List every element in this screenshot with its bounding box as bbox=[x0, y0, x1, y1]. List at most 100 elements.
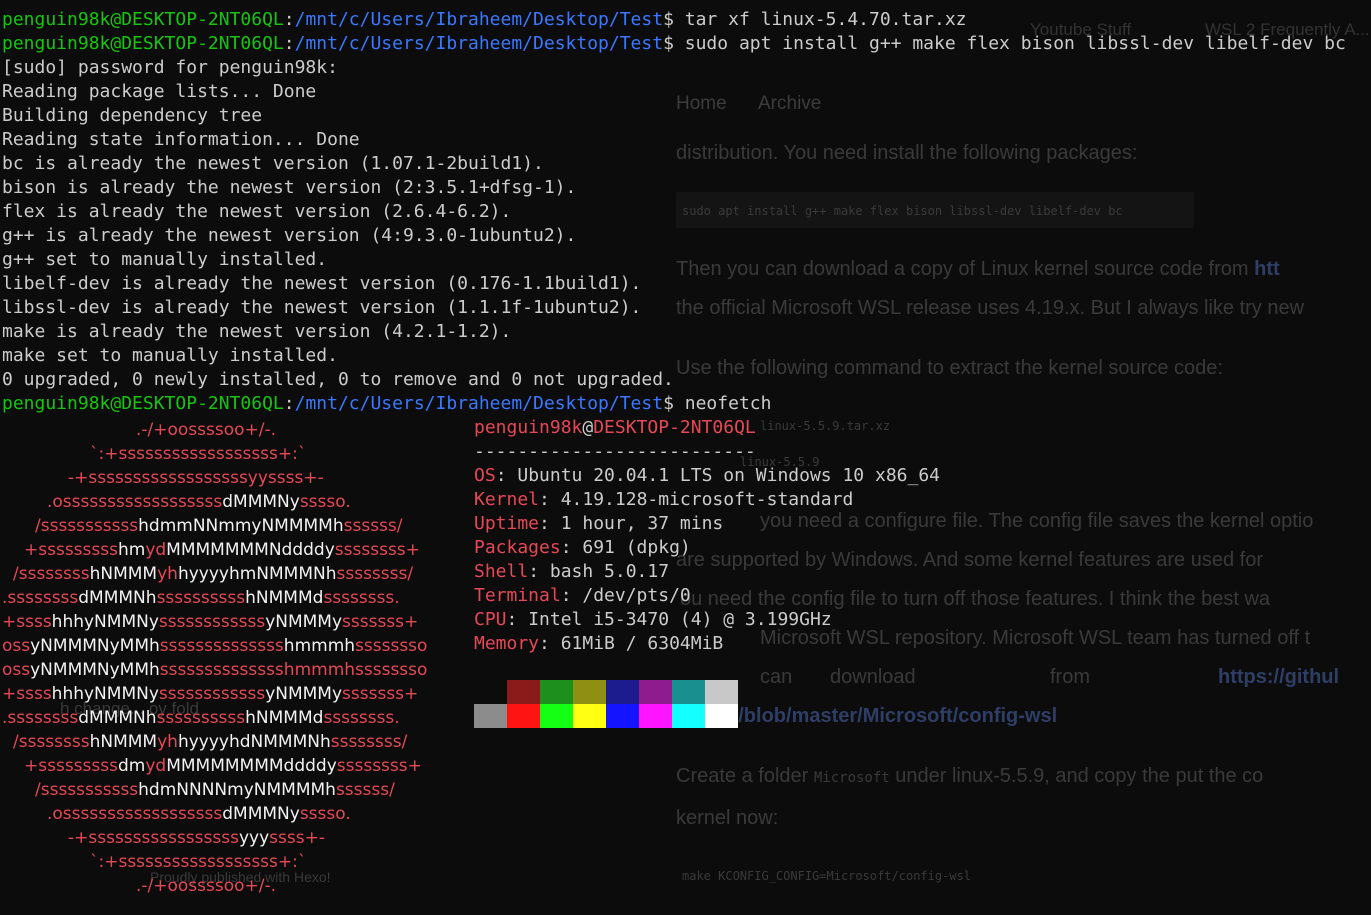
color-swatch bbox=[474, 704, 507, 728]
prompt-user: penguin98k@DESKTOP-2NT06QL bbox=[2, 393, 284, 414]
logo-line: .-/+oossssoo+/-. bbox=[136, 874, 276, 898]
info-key: Uptime bbox=[474, 513, 540, 534]
logo-segment: hNMMMd bbox=[245, 588, 324, 608]
logo-segment: yyy bbox=[238, 828, 270, 848]
logo-segment: oss bbox=[2, 660, 31, 680]
logo-line: /ssssssssssshdmNNNNmyNMMMMhssssss/ bbox=[35, 778, 395, 802]
output-line: [sudo] password for penguin98k: bbox=[2, 57, 338, 78]
logo-segment: -+sssssssssssssssss bbox=[68, 828, 239, 848]
logo-line: .ossssssssssssssssssdMMMNysssso. bbox=[47, 490, 351, 514]
info-value: : 1 hour, 37 mins bbox=[539, 513, 724, 534]
logo-line: .ssssssssdMMMNhsssssssssshNMMMdssssssss. bbox=[2, 586, 400, 610]
output-line: bison is already the newest version (2:3… bbox=[2, 177, 577, 198]
logo-segment: ssssssssss bbox=[156, 588, 246, 608]
logo-segment: ssssssssssss bbox=[158, 684, 266, 704]
logo-segment: oss bbox=[2, 636, 31, 656]
color-swatch bbox=[474, 680, 507, 704]
logo-segment: +sssssssss bbox=[24, 540, 118, 560]
info-value: : 691 (dpkg) bbox=[560, 537, 691, 558]
logo-segment: yd bbox=[145, 756, 167, 776]
logo-segment: +sssssssss bbox=[24, 756, 118, 776]
logo-segment: yh bbox=[157, 564, 178, 584]
logo-line: .ssssssssdMMMNhsssssssssshNMMMdssssssss. bbox=[2, 706, 400, 730]
logo-segment: .-/+oossssoo+/-. bbox=[136, 420, 277, 440]
logo-segment: .-/+oossssoo+/-. bbox=[136, 876, 277, 896]
info-shell: Shell: bash 5.0.17 bbox=[474, 560, 669, 584]
output-line: libelf-dev is already the newest version… bbox=[2, 273, 642, 294]
color-swatch bbox=[639, 704, 672, 728]
logo-segment: yNMMMy bbox=[265, 684, 343, 704]
logo-segment: ssssssss/ bbox=[330, 732, 408, 752]
wsl-terminal[interactable]: penguin98k@DESKTOP-2NT06QL:/mnt/c/Users/… bbox=[0, 0, 1371, 915]
color-swatch bbox=[606, 680, 639, 704]
logo-segment: dMMMNy bbox=[222, 492, 300, 512]
logo-segment: ssssss/ bbox=[335, 780, 395, 800]
logo-segment: hhhyNMMNy bbox=[51, 612, 159, 632]
color-swatch bbox=[540, 680, 573, 704]
logo-segment: hdmmNNmmyNMMMMh bbox=[138, 516, 344, 536]
logo-segment: /sssssssssss bbox=[35, 780, 139, 800]
logo-line: `:+ssssssssssssssssss+:` bbox=[90, 442, 306, 466]
logo-line: +ssssssssshmydMMMMMMMNddddyssssssss+ bbox=[24, 538, 420, 562]
output-line: Reading package lists... Done bbox=[2, 81, 317, 102]
prompt-user: penguin98k@DESKTOP-2NT06QL bbox=[2, 33, 284, 54]
logo-segment: sssssss+ bbox=[342, 684, 419, 704]
info-value: : /dev/pts/0 bbox=[560, 585, 691, 606]
logo-segment: .ssssssss bbox=[2, 708, 79, 728]
logo-segment: /ssssssss bbox=[13, 564, 90, 584]
info-key: Terminal bbox=[474, 585, 561, 606]
host-user: penguin98k bbox=[474, 417, 583, 438]
prompt-path: /mnt/c/Users/Ibraheem/Desktop/Test bbox=[294, 9, 664, 30]
color-swatch bbox=[507, 704, 540, 728]
logo-segment: ssssssso bbox=[355, 636, 428, 656]
neofetch-separator: -------------------------- bbox=[474, 441, 756, 462]
logo-segment: MMMMMMMMddddy bbox=[166, 756, 337, 776]
color-swatch bbox=[705, 680, 738, 704]
logo-line: +sssshhhyNMMNyssssssssssssyNMMMysssssss+ bbox=[2, 610, 418, 634]
logo-segment: ssssssssssssss bbox=[159, 636, 284, 656]
info-key: OS bbox=[474, 465, 496, 486]
color-palette bbox=[474, 680, 738, 728]
info-value: : Ubuntu 20.04.1 LTS on Windows 10 x86_6… bbox=[495, 465, 941, 486]
output-line: g++ set to manually installed. bbox=[2, 249, 328, 270]
info-value: : bash 5.0.17 bbox=[528, 561, 670, 582]
logo-segment: ssssss/ bbox=[343, 516, 403, 536]
output-line: g++ is already the newest version (4:9.3… bbox=[2, 225, 577, 246]
logo-line: .ossssssssssssssssssdMMMNysssso. bbox=[47, 802, 351, 826]
logo-line: /sssssssshNMMMyhhyyyyhdNMMMNhssssssss/ bbox=[13, 730, 407, 754]
screen: Youtube Stuff WSL 2 Frequently A... Home… bbox=[0, 0, 1371, 915]
logo-segment: sssso. bbox=[299, 492, 351, 512]
logo-segment: hNMMM bbox=[89, 732, 158, 752]
host-at: @ bbox=[582, 417, 594, 438]
logo-segment: +ssss bbox=[2, 612, 52, 632]
logo-segment: sssso. bbox=[299, 804, 351, 824]
output-line: flex is already the newest version (2.6.… bbox=[2, 201, 512, 222]
info-value: : Intel i5-3470 (4) @ 3.199GHz bbox=[506, 609, 832, 630]
logo-segment: yNMMMy bbox=[265, 612, 343, 632]
color-swatch bbox=[573, 704, 606, 728]
command-text: neofetch bbox=[673, 393, 772, 414]
logo-segment: ssssssss+ bbox=[334, 540, 420, 560]
logo-segment: ssss+- bbox=[269, 828, 325, 848]
logo-segment: yNMMMNyMMh bbox=[30, 660, 160, 680]
info-cpu: CPU: Intel i5-3470 (4) @ 3.199GHz bbox=[474, 608, 832, 632]
logo-line: /ssssssssssshdmmNNmmyNMMMMhssssss/ bbox=[35, 514, 403, 538]
info-key: Shell bbox=[474, 561, 529, 582]
logo-segment: dMMMNh bbox=[78, 708, 157, 728]
logo-segment: sssssssssssssshmmmhssssssso bbox=[159, 660, 428, 680]
info-terminal: Terminal: /dev/pts/0 bbox=[474, 584, 691, 608]
logo-segment: hmmmh bbox=[283, 636, 356, 656]
logo-segment: dm bbox=[117, 756, 146, 776]
output-line: 0 upgraded, 0 newly installed, 0 to remo… bbox=[2, 369, 674, 390]
logo-segment: dMMMNh bbox=[78, 588, 157, 608]
logo-segment: yNMMMNyMMh bbox=[30, 636, 160, 656]
logo-segment: .ossssssssssssssssss bbox=[47, 804, 223, 824]
info-value: : 4.19.128-microsoft-standard bbox=[539, 489, 854, 510]
color-swatch bbox=[540, 704, 573, 728]
logo-segment: hm bbox=[117, 540, 146, 560]
logo-segment: ssssssss. bbox=[323, 588, 400, 608]
logo-line: +sssssssssdmydMMMMMMMMddddyssssssss+ bbox=[24, 754, 422, 778]
logo-line: /sssssssshNMMMyhhyyyyhmNMMMNhssssssss/ bbox=[13, 562, 413, 586]
logo-segment: ssssssss+ bbox=[336, 756, 422, 776]
output-line: bc is already the newest version (1.07.1… bbox=[2, 153, 544, 174]
